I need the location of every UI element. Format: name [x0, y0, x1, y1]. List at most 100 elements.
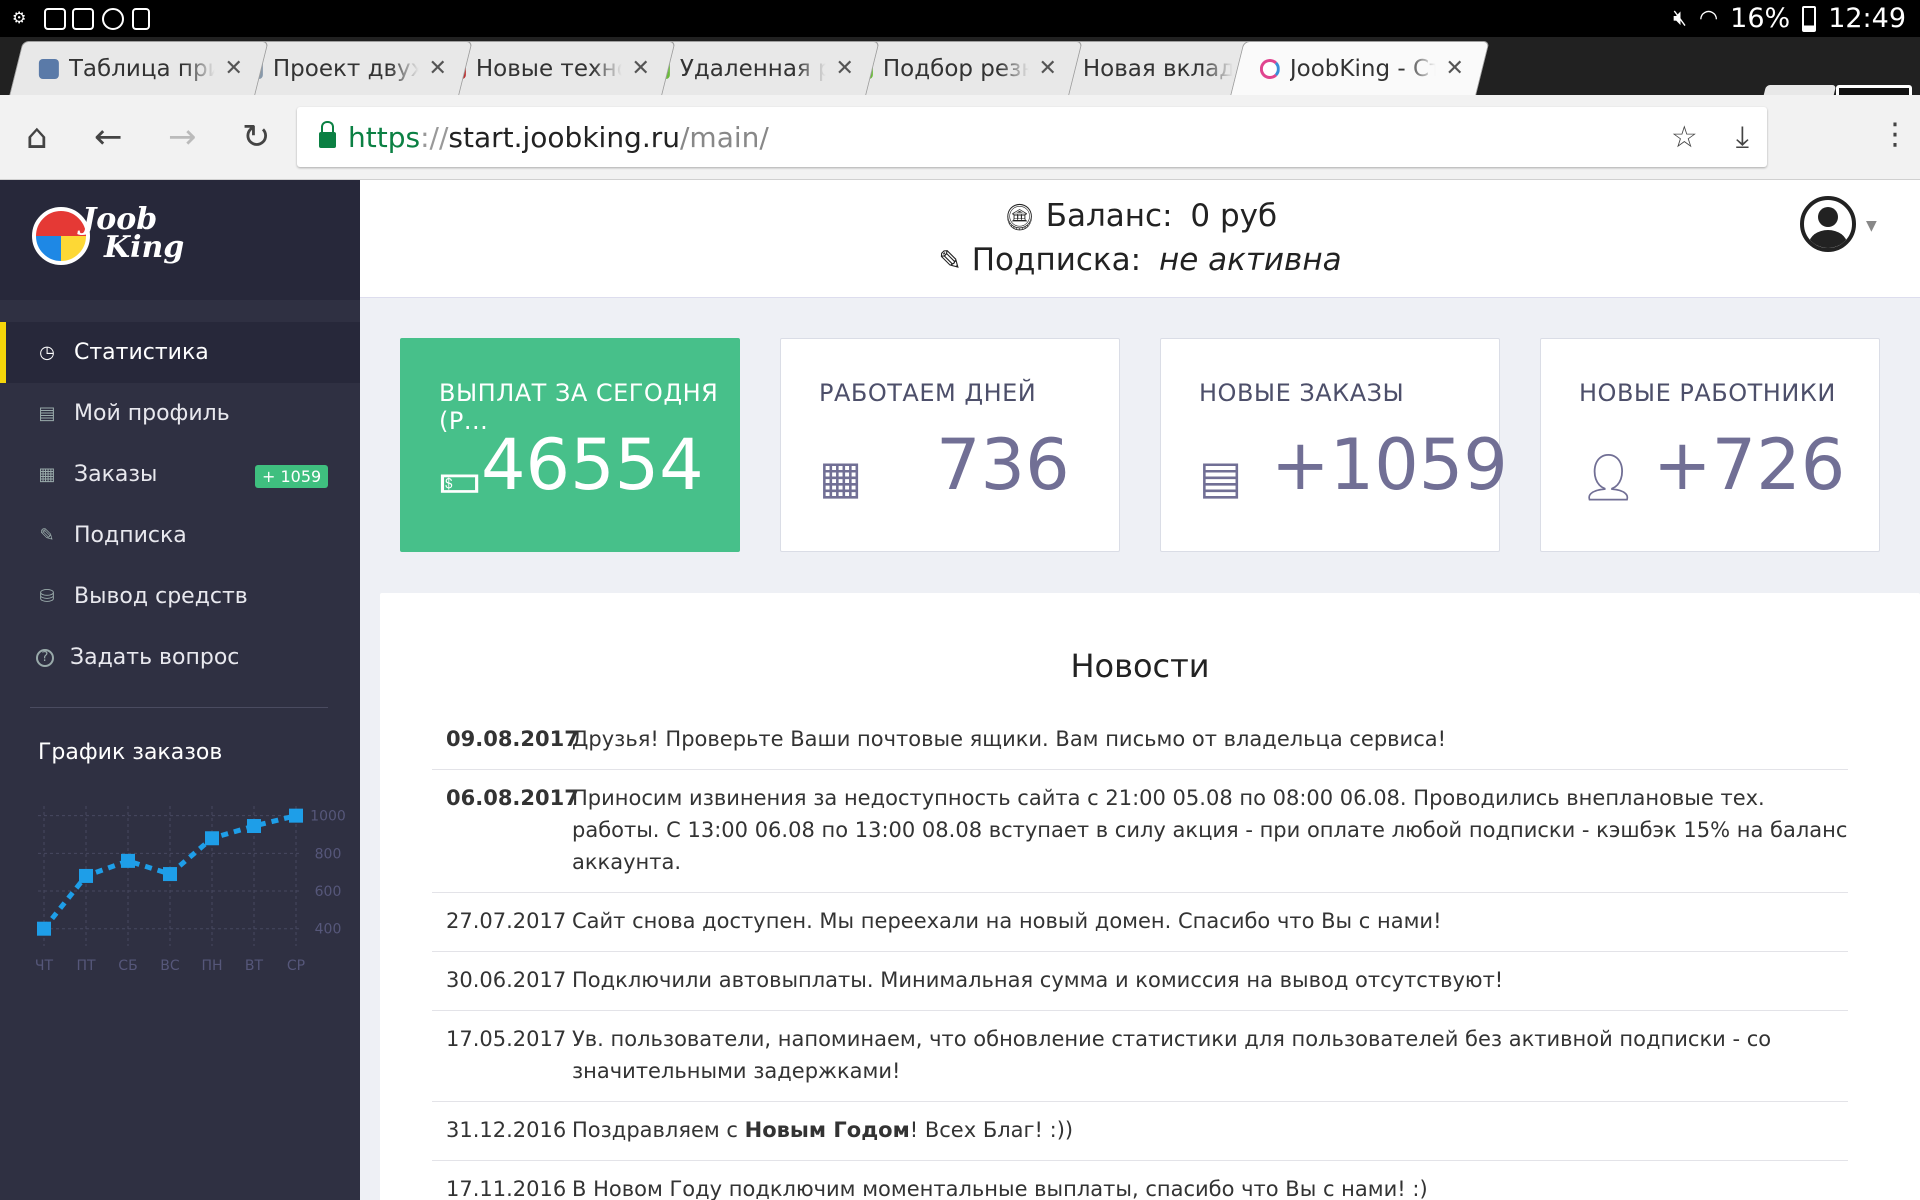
chart-xtick-label: ВС	[160, 958, 180, 970]
chart-point	[205, 831, 219, 846]
chart-xtick-label: СР	[287, 958, 305, 970]
news-text: Поздравляем с Новым Годом! Всех Благ! :)…	[572, 1114, 1848, 1146]
clock: 12:49	[1828, 3, 1906, 34]
sidebar-item-3[interactable]: ▦ Заказы + 1059	[0, 444, 360, 505]
close-tab-icon[interactable]: ✕	[835, 56, 853, 81]
reload-icon[interactable]: ↻	[242, 117, 271, 157]
forward-icon[interactable]: →	[168, 117, 197, 157]
balance-label: Баланс:	[1045, 198, 1173, 234]
tab-title: Новые техноло	[475, 55, 622, 82]
battery-icon	[1802, 5, 1817, 32]
wifi-icon: ◠	[1698, 6, 1719, 31]
header: 🪙︎ Баланс: 0 руб ✎ Подписка: не активна …	[360, 180, 1920, 298]
alert-icon	[72, 8, 94, 30]
balance-line: 🪙︎ Баланс: 0 руб	[360, 198, 1920, 234]
close-tab-icon[interactable]: ✕	[1038, 56, 1056, 81]
logo-text: Joob King	[82, 202, 185, 265]
circle-favicon-icon	[1259, 58, 1280, 79]
chart-title: График заказов	[38, 740, 223, 765]
news-date: 31.12.2016	[446, 1118, 567, 1142]
tab-1[interactable]: Таблица прико ✕	[9, 41, 269, 95]
news-date: 17.05.2017	[446, 1027, 567, 1051]
chart-point	[37, 921, 51, 936]
news-text: Приносим извинения за недоступность сайт…	[572, 786, 1848, 874]
back-icon[interactable]: ←	[94, 117, 123, 157]
chart-xtick-label: ПТ	[76, 958, 96, 970]
stat-card-1: ВЫПЛАТ ЗА СЕГОДНЯ (Р... 💵︎ 46554	[400, 338, 740, 552]
news-date: 27.07.2017	[446, 909, 567, 933]
lock-icon	[319, 121, 336, 148]
address-bar[interactable]: https://start.joobking.ru/main/ ☆ ⤓	[297, 107, 1767, 167]
news-title: Новости	[1070, 647, 1210, 685]
news-panel: Новости 09.08.2017 Друзья! Проверьте Ваши…	[380, 593, 1920, 1200]
chart-ytick-label: 600	[315, 884, 342, 900]
orders-badge: + 1059	[255, 465, 329, 488]
subscription-label: Подписка:	[971, 242, 1142, 278]
browser-tab-strip: Таблица прико ✕ Проект двухэт ✕ Новые технол…	[0, 37, 1920, 121]
calendar-icon: ▦	[819, 450, 863, 504]
news-row: 31.12.2016 Поздравляем с Новым Годом! Все…	[432, 1102, 1848, 1161]
sidebar-item-4[interactable]: ✎ Подписка	[0, 505, 360, 566]
news-date: 06.08.2017	[446, 786, 579, 810]
tab-title: Таблица прико	[68, 55, 215, 82]
chart-ytick-label: 1000	[310, 809, 346, 825]
coins-icon: ⛁	[39, 586, 55, 607]
bookmark-star-icon[interactable]: ☆	[1671, 120, 1698, 155]
logo[interactable]: Joob King	[0, 180, 360, 300]
stat-card-2: РАБОТАЕМ ДНЕЙ ▦ 736	[780, 338, 1120, 552]
news-row: 30.06.2017 Подключили автовыплаты. Минима…	[432, 952, 1848, 1011]
orders-chart: 400 600 800 1000 ЧТ ПТ СБ ВС ПН ВТ СР	[35, 806, 346, 970]
pencil-icon: ✎	[39, 525, 55, 546]
orders-icon: ▦	[38, 464, 56, 485]
chart-xtick-label: СБ	[118, 958, 137, 970]
pencil-icon: ✎	[938, 244, 962, 277]
news-row: 17.11.2016 В Новом Году подключим момента…	[432, 1161, 1848, 1200]
subscription-line: ✎ Подписка: не активна	[360, 242, 1920, 278]
chart-xtick-label: ЧТ	[35, 958, 54, 970]
menu-icon[interactable]: ⋮	[1880, 117, 1910, 152]
chart-point	[121, 853, 135, 868]
android-icon: ⚙	[12, 8, 27, 27]
stat-card-value: +726	[1653, 424, 1846, 506]
sidebar-item-1[interactable]: ◷ Статистика	[0, 322, 360, 383]
download-icon[interactable]: ⤓	[1736, 120, 1749, 155]
news-date: 17.11.2016	[446, 1177, 567, 1200]
stat-card-value: 736	[936, 424, 1070, 506]
news-text: Подключили автовыплаты. Минимальная сумм…	[572, 968, 1504, 992]
news-text: В Новом Году подключим моментальные выпл…	[572, 1177, 1428, 1200]
news-text: Ув. пользователи, напоминаем, что обновл…	[572, 1027, 1772, 1083]
sidebar-item-2[interactable]: ▤ Мой профиль	[0, 383, 360, 444]
stat-card-3: НОВЫЕ ЗАКАЗЫ ▤ +1059	[1160, 338, 1508, 552]
sidebar-item-label: Вывод средств	[74, 584, 248, 609]
notification-icon	[44, 8, 66, 30]
home-icon[interactable]: ⌂	[26, 117, 48, 157]
sidebar-item-6[interactable]: ? Задать вопрос	[0, 627, 360, 688]
chart-xtick-label: ПН	[201, 958, 222, 970]
sidebar-item-label: Задать вопрос	[70, 645, 240, 670]
tab-7[interactable]: JoobKing - Ста ✕	[1230, 41, 1490, 95]
chart-ytick-label: 400	[315, 922, 342, 938]
mute-icon: 🔇︎	[1673, 6, 1687, 31]
news-date: 09.08.2017	[446, 727, 579, 751]
chart-xtick-label: ВТ	[245, 958, 264, 970]
balance-value: 0 руб	[1190, 198, 1278, 234]
url-path: /main/	[680, 120, 769, 154]
avatar[interactable]	[1800, 196, 1856, 252]
close-tab-icon[interactable]: ✕	[631, 56, 649, 81]
tab-title: Удаленная раб	[679, 55, 825, 82]
chart-point	[289, 808, 303, 823]
chevron-down-icon[interactable]: ▼	[1866, 218, 1877, 234]
stat-card-label: НОВЫЕ ЗАКАЗЫ	[1199, 379, 1405, 407]
spiral-favicon-icon	[38, 58, 59, 79]
question-icon: ?	[36, 648, 54, 667]
speedometer-icon	[102, 8, 124, 30]
news-text: Сайт снова доступен. Мы переехали на нов…	[572, 909, 1442, 933]
close-tab-icon[interactable]: ✕	[1445, 56, 1463, 81]
close-tab-icon[interactable]: ✕	[428, 56, 446, 81]
close-tab-icon[interactable]: ✕	[224, 56, 242, 81]
news-text: Друзья! Проверьте Ваши почтовые ящики. В…	[572, 727, 1447, 751]
sidebar: Joob King ◷ Статистика ▤ Мой профиль ▦ Заказы +…	[0, 180, 360, 1200]
tab-title: Проект двухэт	[272, 55, 418, 82]
stat-card-4: НОВЫЕ РАБОТНИКИ 👤︎ +726	[1540, 338, 1880, 552]
sidebar-item-5[interactable]: ⛁ Вывод средств	[0, 566, 360, 627]
